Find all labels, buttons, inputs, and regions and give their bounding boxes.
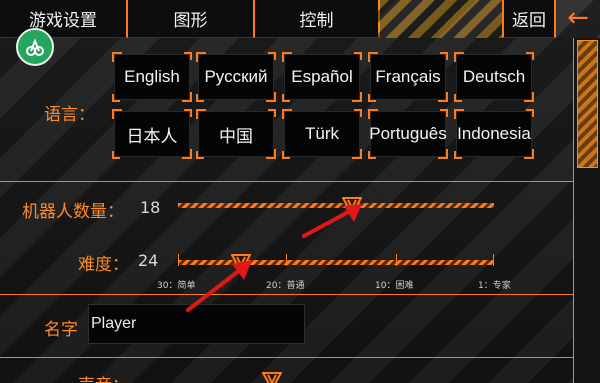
lang-chinese-button[interactable]: 中国 (196, 109, 276, 159)
tab-back[interactable]: 返回 (502, 0, 556, 38)
difficulty-tick (286, 254, 287, 266)
lang-label: Español (291, 67, 353, 86)
bot-count-value: 18 (140, 198, 161, 217)
lang-label: English (124, 67, 180, 86)
lang-turkish-button[interactable]: Türk (282, 109, 362, 159)
difficulty-tick-label: 1：专家 (478, 281, 511, 291)
app-logo-icon (16, 28, 54, 66)
name-label: 名字 (44, 320, 78, 340)
lang-label: Türk (305, 124, 339, 143)
language-label: 语言： (44, 105, 95, 125)
tab-game-settings[interactable]: 游戏设置 (0, 0, 128, 38)
section-divider (0, 294, 574, 295)
tab-label: 游戏设置 (29, 11, 97, 31)
lang-label: Português (369, 124, 447, 143)
bot-count-label: 机器人数量： (22, 202, 124, 222)
difficulty-tick-label: 20：普通 (266, 281, 305, 291)
lang-label: Indonesia (457, 124, 531, 143)
lang-spanish-button[interactable]: Español (282, 52, 362, 102)
lang-label: 日本人 (126, 126, 178, 146)
difficulty-tick (178, 254, 179, 266)
difficulty-tick (493, 254, 494, 266)
lang-label: 中国 (219, 126, 253, 146)
annotation-arrow-icon (302, 204, 362, 238)
section-divider (0, 181, 574, 182)
section-divider (0, 357, 574, 358)
lang-label: Deutsch (462, 67, 526, 86)
difficulty-label: 难度： (78, 255, 129, 275)
lang-russian-button[interactable]: Русский (196, 52, 276, 102)
lang-portuguese-button[interactable]: Português (368, 109, 448, 159)
tab-label: 控制 (299, 11, 334, 31)
lang-indonesian-button[interactable]: Indonesia (454, 109, 534, 159)
lang-german-button[interactable]: Deutsch (454, 52, 534, 102)
tab-bar: 游戏设置 图形 控制 返回 ← (0, 0, 600, 38)
tab-label: 图形 (173, 11, 208, 31)
difficulty-tick (396, 254, 397, 266)
difficulty-value: 24 (138, 251, 159, 270)
sound-label: 声音： (78, 371, 129, 383)
lang-label: Français (375, 67, 441, 86)
scrollbar-thumb[interactable] (577, 40, 598, 168)
lang-french-button[interactable]: Français (368, 52, 448, 102)
sound-slider-handle-icon[interactable] (262, 372, 282, 383)
tab-graphics[interactable]: 图形 (128, 0, 255, 38)
lang-japanese-button[interactable]: 日本人 (112, 109, 192, 159)
back-arrow-icon[interactable]: ← (560, 4, 596, 32)
tab-controls[interactable]: 控制 (255, 0, 380, 38)
tab-label: 返回 (512, 11, 546, 31)
lang-english-button[interactable]: English (112, 52, 192, 102)
annotation-arrow-icon (186, 260, 252, 312)
hazard-stripe-decoration (378, 0, 502, 38)
lang-label: Русский (204, 67, 268, 86)
difficulty-tick-label: 10：困难 (375, 281, 414, 291)
